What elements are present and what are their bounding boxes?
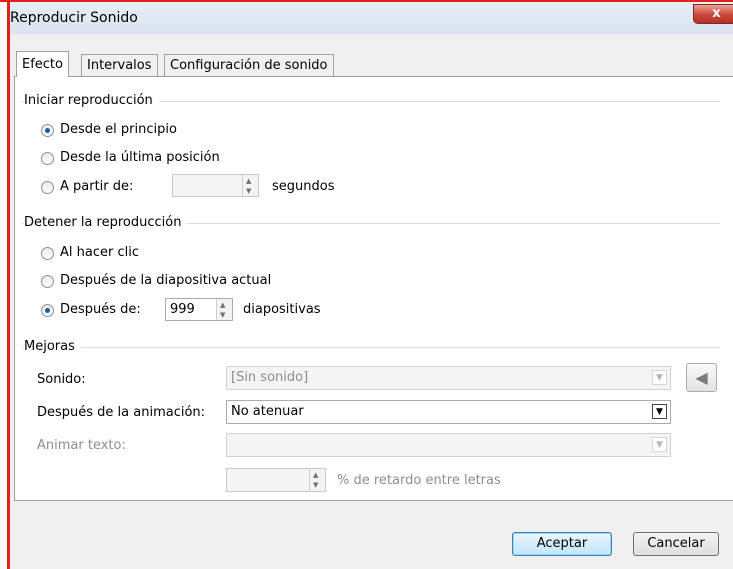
radio-stop-after[interactable] xyxy=(41,304,54,317)
tab-configuracion-sonido[interactable]: Configuración de sonido xyxy=(164,54,334,76)
spin-down-icon: ▼ xyxy=(313,481,319,489)
group-label-stop: Detener la reproducción xyxy=(24,215,188,230)
screenshot-border-left xyxy=(7,0,10,569)
spin-down-icon: ▼ xyxy=(220,311,226,319)
stop-slides-stepper[interactable]: 999 ▲ ▼ xyxy=(165,298,233,321)
chevron-down-icon: ▼ xyxy=(652,437,667,452)
stop-slides-spin-buttons[interactable]: ▲ ▼ xyxy=(216,299,232,320)
letter-delay-stepper[interactable]: ▲ ▼ xyxy=(226,468,326,492)
spin-down-icon: ▼ xyxy=(246,187,252,195)
sound-select[interactable]: [Sin sonido] ▼ xyxy=(226,366,671,390)
ok-button[interactable]: Aceptar xyxy=(512,532,612,556)
radio-stop-after-label: Después de: xyxy=(60,302,141,317)
group-label-start: Iniciar reproducción xyxy=(24,93,159,108)
radio-start-from-label: A partir de: xyxy=(60,179,134,194)
sound-select-value: [Sin sonido] xyxy=(231,370,309,385)
cancel-button[interactable]: Cancelar xyxy=(633,532,719,556)
close-button[interactable]: x xyxy=(693,4,733,24)
stop-slides-unit: diapositivas xyxy=(243,302,321,317)
stop-slides-value[interactable]: 999 xyxy=(170,302,195,317)
dialog-body: Efecto Intervalos Configuración de sonid… xyxy=(10,34,733,569)
group-divider xyxy=(22,347,720,348)
radio-start-beginning-label: Desde el principio xyxy=(60,122,177,137)
radio-stop-on-click[interactable] xyxy=(41,247,54,260)
after-animation-label: Después de la animación: xyxy=(37,405,206,420)
chevron-down-icon: ▼ xyxy=(652,404,667,419)
chevron-down-icon: ▼ xyxy=(652,370,667,385)
radio-start-last-position-label: Desde la última posición xyxy=(60,150,220,165)
letter-delay-spin-buttons[interactable]: ▲ ▼ xyxy=(309,469,325,491)
start-seconds-spin-buttons[interactable]: ▲ ▼ xyxy=(242,175,258,196)
radio-start-beginning[interactable] xyxy=(41,124,54,137)
spin-up-icon: ▲ xyxy=(246,177,252,185)
tab-intervalos[interactable]: Intervalos xyxy=(81,54,158,76)
after-animation-value: No atenuar xyxy=(231,404,304,419)
start-seconds-stepper[interactable]: ▲ ▼ xyxy=(172,174,259,197)
radio-stop-after-current[interactable] xyxy=(41,275,54,288)
radio-start-last-position[interactable] xyxy=(41,152,54,165)
radio-start-from[interactable] xyxy=(41,181,54,194)
animate-text-label: Animar texto: xyxy=(37,438,126,453)
letter-delay-label: % de retardo entre letras xyxy=(337,473,501,488)
window-title: Reproducir Sonido xyxy=(10,10,138,26)
spin-up-icon: ▲ xyxy=(220,301,226,309)
radio-stop-after-current-label: Después de la diapositiva actual xyxy=(60,273,272,288)
group-label-enhancements: Mejoras xyxy=(24,339,81,354)
speaker-icon[interactable]: ◀ xyxy=(686,363,717,392)
animate-text-select[interactable]: ▼ xyxy=(226,433,671,457)
after-animation-select[interactable]: No atenuar ▼ xyxy=(226,400,671,424)
start-seconds-unit: segundos xyxy=(272,179,335,194)
title-bar: Reproducir Sonido x xyxy=(10,2,733,34)
spin-up-icon: ▲ xyxy=(313,471,319,479)
radio-stop-on-click-label: Al hacer clic xyxy=(60,245,139,260)
tab-efecto[interactable]: Efecto xyxy=(16,51,69,77)
sound-label: Sonido: xyxy=(37,372,86,387)
